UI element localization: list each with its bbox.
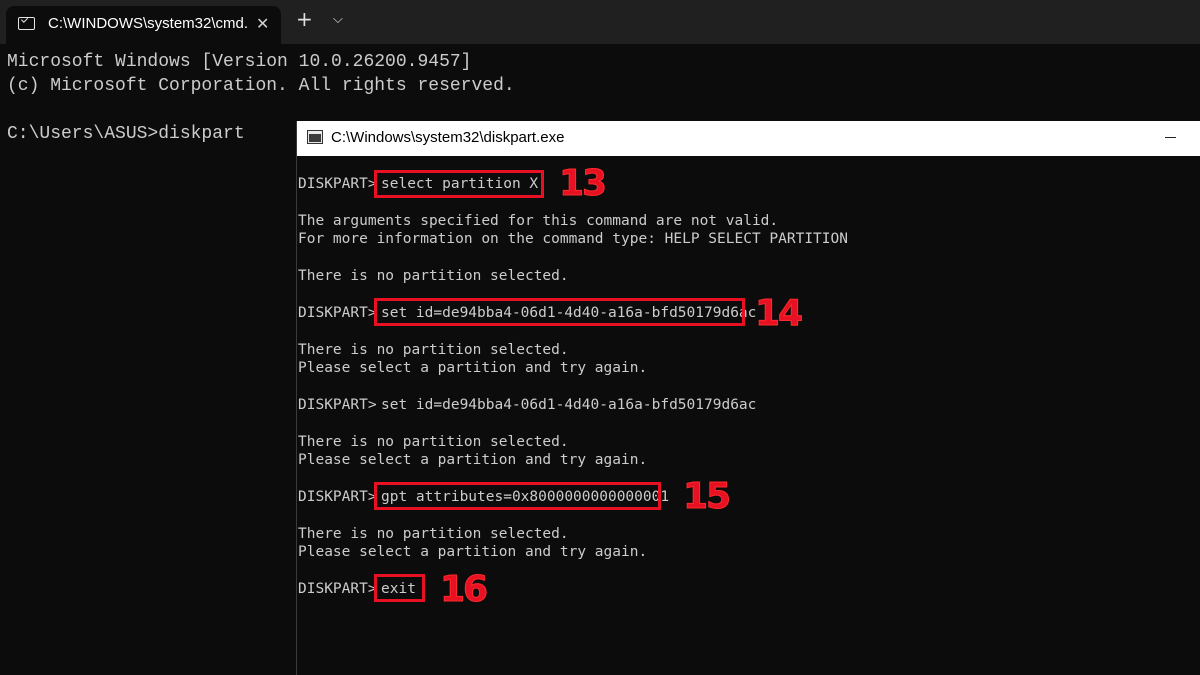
terminal-icon [18, 17, 35, 30]
close-tab-icon[interactable]: ✕ [256, 14, 269, 33]
tab-cmd[interactable]: C:\WINDOWS\system32\cmd. ✕ [6, 6, 281, 44]
highlight-box [374, 298, 745, 326]
tab-title: C:\WINDOWS\system32\cmd. [48, 15, 249, 32]
output-line: The arguments specified for this command… [298, 213, 779, 229]
cmd-line: Microsoft Windows [Version 10.0.26200.94… [7, 52, 472, 72]
output-line: There is no partition selected. [298, 268, 569, 284]
step-number: 16 [439, 569, 488, 610]
output-line: For more information on the command type… [298, 231, 848, 247]
step-number: 15 [682, 476, 731, 517]
prompt: DISKPART> [298, 305, 377, 321]
step-number: 13 [558, 163, 607, 204]
output-line: There is no partition selected. [298, 342, 569, 358]
diskpart-window[interactable]: C:\Windows\system32\diskpart.exe DISKPAR… [296, 121, 1200, 675]
chevron-down-icon[interactable]: ⌵ [333, 12, 343, 27]
output-line: Please select a partition and try again. [298, 360, 648, 376]
minimize-button[interactable] [1165, 137, 1176, 138]
highlight-box [374, 574, 425, 602]
output-line: There is no partition selected. [298, 526, 569, 542]
highlight-box [374, 482, 661, 510]
prompt: DISKPART> [298, 176, 377, 192]
step-number: 14 [754, 293, 803, 334]
output-line: Please select a partition and try again. [298, 452, 648, 468]
prompt: DISKPART> [298, 581, 377, 597]
diskpart-titlebar[interactable]: C:\Windows\system32\diskpart.exe [297, 121, 1200, 156]
diskpart-window-title: C:\Windows\system32\diskpart.exe [331, 129, 565, 146]
command-set-id: set id=de94bba4-06d1-4d40-a16a-bfd50179d… [381, 397, 757, 413]
highlight-box [374, 170, 544, 198]
diskpart-console: DISKPART> select partition X 13 The argu… [297, 156, 1200, 675]
output-line: There is no partition selected. [298, 434, 569, 450]
console-app-icon [307, 130, 323, 144]
prompt: DISKPART> [298, 397, 377, 413]
terminal-tab-bar: C:\WINDOWS\system32\cmd. ✕ + ⌵ [0, 0, 1200, 44]
cmd-line: (c) Microsoft Corporation. All rights re… [7, 76, 515, 96]
output-line: Please select a partition and try again. [298, 544, 648, 560]
new-tab-button[interactable]: + [296, 9, 313, 29]
prompt: DISKPART> [298, 489, 377, 505]
cmd-line: C:\Users\ASUS>diskpart [7, 124, 245, 144]
